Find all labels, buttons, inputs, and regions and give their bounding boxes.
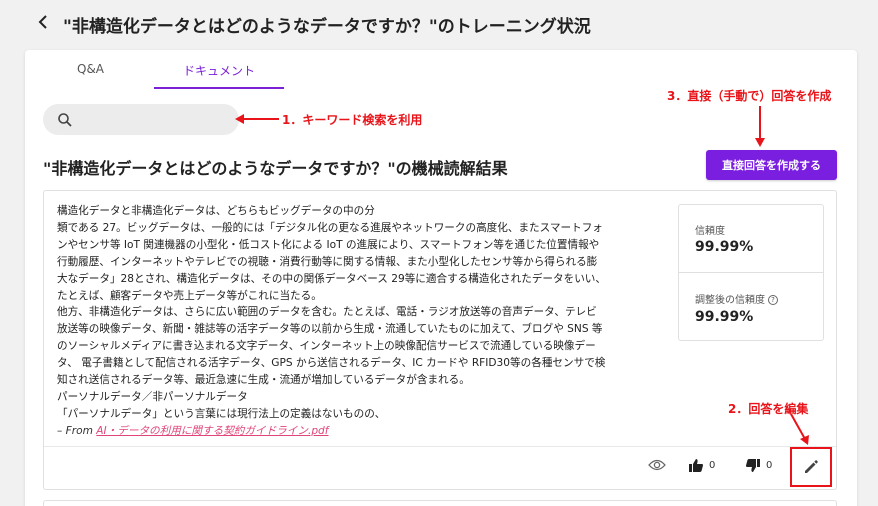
annotation-arrow-diagonal xyxy=(790,413,809,445)
tab-document[interactable]: ドキュメント xyxy=(183,62,255,79)
source-prefix: – From xyxy=(57,424,97,437)
create-answer-button[interactable]: 直接回答を作成する xyxy=(706,150,837,180)
search-icon xyxy=(58,113,72,127)
adjusted-confidence-label: 調整後の信頼度 xyxy=(695,295,765,306)
result-line: 放送等の映像データ、新聞・雑誌等の活字データ等の以前から生成・流通していたものに… xyxy=(57,323,603,336)
result-line: 構造化データと非構造化データは、どちらもビッグデータの中の分 xyxy=(57,205,375,217)
active-tab-indicator xyxy=(154,87,284,89)
section-title: "非構造化データとはどのようなデータですか？"の機械読解結果 xyxy=(43,159,508,178)
next-result-card xyxy=(43,500,837,506)
chevron-left-icon[interactable] xyxy=(36,12,52,34)
thumbs-down-button[interactable]: 0 xyxy=(746,459,772,472)
divider xyxy=(679,272,823,273)
adjusted-confidence-value: 99.99% xyxy=(695,309,754,325)
annotation-arrow-down xyxy=(755,106,765,147)
help-icon[interactable]: ? xyxy=(768,295,778,305)
adjusted-confidence-row: 調整後の信頼度? xyxy=(695,291,778,306)
view-button[interactable] xyxy=(648,459,666,471)
page-title: "非構造化データとはどのようなデータですか？"のトレーニング状況 xyxy=(63,17,591,37)
thumbs-up-count: 0 xyxy=(709,460,716,471)
result-line: 知され送信されるデータ等、最近急速に生成・流通が増加しているデータが含まれる。 xyxy=(57,374,470,387)
edit-answer-button[interactable] xyxy=(790,447,832,487)
result-line: たとえば、顧客データや売上データ等がこれに当たる。 xyxy=(57,289,322,302)
confidence-label: 信頼度 xyxy=(695,226,725,237)
result-line: のソーシャルメディアに書き込まれる文字データ、インターネット上の映像配信サービス… xyxy=(57,340,596,353)
pencil-icon xyxy=(805,460,818,473)
confidence-value: 99.99% xyxy=(695,239,754,255)
thumbs-up-icon xyxy=(689,459,703,472)
top-bar: "非構造化データとはどのようなデータですか？"のトレーニング状況 xyxy=(0,0,878,48)
result-line: パーソナルデータ／非パーソナルデータ xyxy=(57,390,248,403)
search-input[interactable] xyxy=(43,104,239,135)
thumbs-up-button[interactable]: 0 xyxy=(689,459,715,472)
source-citation: – From AI・データの利用に関する契約ガイドライン.pdf xyxy=(57,423,657,440)
thumbs-down-icon xyxy=(746,459,760,472)
result-text: 構造化データと非構造化データは、どちらもビッグデータの中の分 類である 27。ビ… xyxy=(57,203,657,440)
result-line: 行動履歴、インターネットやテレビでの視聴・消費行動等に関する情報、また小型化した… xyxy=(57,255,598,268)
eye-icon xyxy=(648,459,666,471)
reading-result-card: 構造化データと非構造化データは、どちらもビッグデータの中の分 類である 27。ビ… xyxy=(43,190,837,490)
result-line: 類である 27。ビッグデータは、一般的には「デジタル化の更なる進展やネットワーク… xyxy=(57,221,603,234)
result-line: 「パーソナルデータ」という言葉には現行法上の定義はないものの、 xyxy=(57,407,386,420)
tab-qa[interactable]: Q&A xyxy=(77,62,104,76)
divider xyxy=(44,446,836,447)
result-line: ンやセンサ等 IoT 関連機器の小型化・低コスト化による IoT の進展により、… xyxy=(57,238,600,251)
source-link[interactable]: AI・データの利用に関する契約ガイドライン.pdf xyxy=(96,425,328,437)
confidence-panel: 信頼度 99.99% 調整後の信頼度? 99.99% xyxy=(678,204,824,341)
main-card: Q&A ドキュメント 1．キーワード検索を利用 3．直接（手動で）回答を作成 "… xyxy=(25,50,857,506)
tab-bar: Q&A ドキュメント xyxy=(25,50,857,90)
result-line: 大なデータ」28とされ、構造化データは、その中の関係データベース 29等に適合す… xyxy=(57,272,606,285)
result-line: タ、 電子書籍として配信される活字データ、GPS から送信されるデータ、IC カ… xyxy=(57,357,606,370)
thumbs-down-count: 0 xyxy=(766,460,773,471)
annotation-direct-answer: 3．直接（手動で）回答を作成 xyxy=(667,89,832,103)
annotation-arrow-left xyxy=(235,114,279,124)
result-line: 他方、非構造化データは、さらに広い範囲のデータを含む。たとえば、電話・ラジオ放送… xyxy=(57,306,597,319)
annotation-keyword-search: 1．キーワード検索を利用 xyxy=(282,113,423,127)
